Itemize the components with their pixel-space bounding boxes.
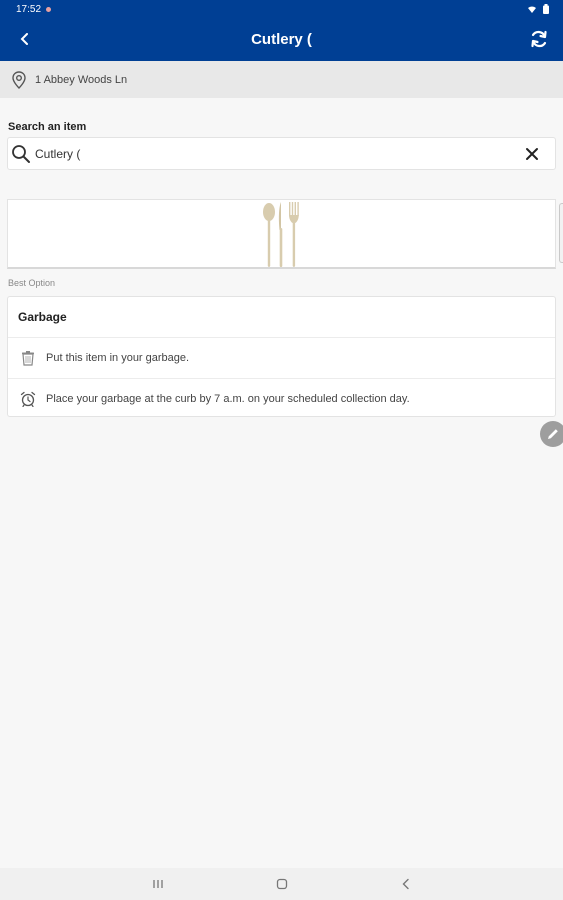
instruction-text: Place your garbage at the curb by 7 a.m.… — [46, 392, 410, 405]
wifi-icon — [528, 5, 536, 13]
disposal-result-card: Garbage Put this item in your garbage. P… — [7, 296, 556, 417]
page-title: Cutlery ( — [251, 31, 312, 48]
instruction-text: Put this item in your garbage. — [46, 352, 190, 364]
system-back-button[interactable] — [398, 876, 414, 892]
edit-button[interactable] — [540, 421, 563, 447]
result-title: Garbage — [8, 297, 555, 338]
instruction-row: Place your garbage at the curb by 7 a.m.… — [8, 378, 555, 418]
battery-icon — [543, 4, 549, 14]
best-option-label: Best Option — [8, 278, 56, 288]
status-right — [527, 4, 549, 14]
search-input[interactable] — [35, 146, 505, 161]
address-text: 1 Abbey Woods Ln — [35, 73, 128, 86]
recent-apps-icon — [153, 880, 163, 888]
back-button[interactable] — [14, 28, 36, 50]
home-icon — [276, 878, 288, 890]
cutlery-icon — [262, 201, 299, 267]
recent-apps-button[interactable] — [150, 876, 166, 892]
item-image-card — [7, 199, 556, 269]
refresh-icon — [531, 30, 547, 48]
clear-search-button[interactable] — [523, 145, 541, 163]
refresh-button[interactable] — [527, 27, 551, 51]
home-button[interactable] — [274, 876, 290, 892]
address-bar[interactable]: 1 Abbey Woods Ln — [0, 61, 563, 98]
close-icon — [526, 148, 538, 160]
location-pin-icon — [12, 70, 26, 89]
status-time: 17:52 — [16, 3, 42, 15]
side-panel-handle[interactable] — [559, 203, 563, 263]
instruction-row: Put this item in your garbage. — [8, 338, 555, 378]
garbage-bin-icon — [19, 349, 37, 367]
status-bar: 17:52 — [0, 0, 563, 18]
notification-icon — [46, 6, 52, 12]
alarm-clock-icon — [19, 390, 37, 408]
back-arrow-icon — [20, 33, 28, 45]
search-box — [7, 137, 556, 170]
search-icon — [12, 144, 30, 163]
back-chevron-icon — [402, 878, 409, 890]
search-label: Search an item — [8, 121, 87, 133]
pencil-icon — [548, 429, 558, 439]
app-bar: Cutlery ( — [0, 18, 563, 61]
system-navigation-bar — [0, 868, 563, 900]
status-left: 17:52 — [16, 3, 52, 15]
